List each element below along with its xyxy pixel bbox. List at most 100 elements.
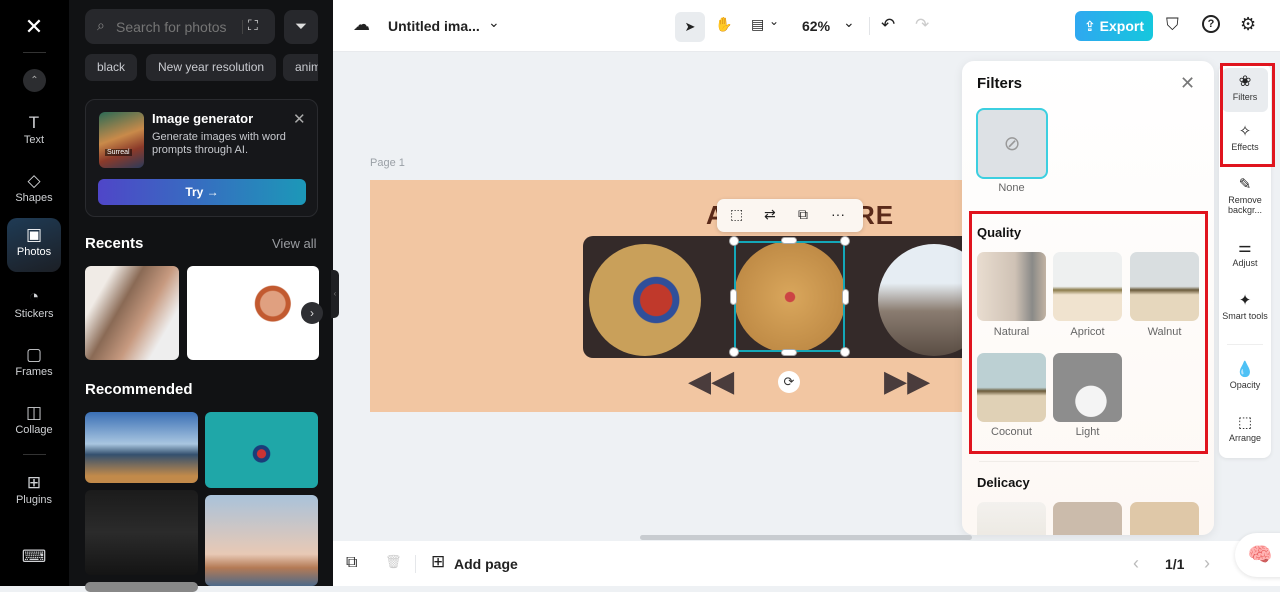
rotate-icon[interactable]: ⟳ <box>778 371 800 393</box>
filters-title: Filters <box>977 75 1023 92</box>
help-icon[interactable]: ? <box>1202 15 1220 33</box>
rail-item-smart-tools[interactable]: ✦ Smart tools <box>1222 291 1268 321</box>
settings-icon[interactable]: ⚙ <box>1240 14 1256 35</box>
collapse-up-icon[interactable]: ⌃ <box>23 69 46 92</box>
export-icon: ⇪ <box>1084 18 1096 34</box>
close-icon[interactable]: ✕ <box>293 110 306 128</box>
document-title[interactable]: Untitled ima... <box>388 18 480 34</box>
circle-photo[interactable] <box>589 244 701 356</box>
close-icon[interactable]: ✕ <box>1180 73 1195 94</box>
rail-label: Smart tools <box>1222 311 1268 321</box>
resize-handle[interactable] <box>730 289 737 305</box>
view-all-link[interactable]: View all <box>272 236 317 251</box>
divider <box>23 52 46 53</box>
cloud-sync-icon[interactable]: ☁ <box>353 15 370 35</box>
rail-item-stickers[interactable]: ◔ Stickers <box>7 280 61 334</box>
horizontal-scrollbar[interactable] <box>640 535 972 540</box>
recent-photo[interactable] <box>187 266 319 360</box>
add-page-icon[interactable]: ⊞ <box>431 552 445 572</box>
rail-item-adjust[interactable]: ⚌ Adjust <box>1222 238 1268 268</box>
chevron-down-icon[interactable]: ⌄ <box>843 14 855 31</box>
ai-assistant-button[interactable]: 🧠 <box>1235 533 1280 577</box>
capcut-logo-icon[interactable]: ✕ <box>20 14 48 40</box>
resize-handle[interactable] <box>781 237 797 244</box>
shapes-icon: ◇ <box>27 171 41 190</box>
recommended-photo[interactable] <box>205 412 318 488</box>
shield-icon[interactable]: ⛉ <box>1166 15 1179 35</box>
rail-item-opacity[interactable]: 💧 Opacity <box>1222 360 1268 390</box>
recommended-photo[interactable] <box>85 582 198 592</box>
collage-icon: ◫ <box>25 403 43 422</box>
recent-photo[interactable] <box>85 266 179 360</box>
rail-item-photos[interactable]: ▣ Photos <box>7 218 61 272</box>
chevron-down-icon[interactable]: ⌄ <box>488 14 500 31</box>
rail-item-plugins[interactable]: ⊞ Plugins <box>7 466 61 520</box>
resize-handle[interactable] <box>729 347 739 357</box>
recommended-photo[interactable] <box>85 490 198 575</box>
collapse-panel-handle[interactable]: ‹ <box>331 270 339 318</box>
zoom-level[interactable]: 62% <box>802 18 830 34</box>
crop-icon[interactable]: ⬚ <box>730 206 743 223</box>
divider <box>1227 344 1263 345</box>
select-tool-button[interactable]: ➤ <box>675 12 705 42</box>
resize-handle[interactable] <box>840 236 850 246</box>
keyboard-shortcuts-button[interactable]: ⌨ <box>7 540 61 570</box>
rail-label: Remove backgr... <box>1227 195 1263 215</box>
fast-forward-icon[interactable]: ▶▶ <box>884 364 930 399</box>
adjust-icon: ⚌ <box>1238 239 1252 256</box>
try-button[interactable]: Try → <box>98 179 306 205</box>
more-icon[interactable]: ··· <box>831 206 845 222</box>
rail-item-text[interactable]: T Text <box>7 106 61 160</box>
duplicate-icon[interactable]: ⧉ <box>798 206 808 223</box>
filter-button[interactable]: ⏷ <box>284 10 318 44</box>
duplicate-page-icon[interactable]: ⧉ <box>346 554 357 572</box>
generator-thumbnail: Surreal <box>99 112 144 168</box>
undo-icon[interactable]: ↶ <box>881 15 895 35</box>
search-box[interactable]: ⌕ ⛶ <box>85 9 275 44</box>
delicacy-heading: Delicacy <box>977 475 1030 490</box>
filter-delicacy[interactable] <box>1130 502 1199 535</box>
tag-chip[interactable]: anim <box>283 54 318 81</box>
rail-label: Frames <box>15 366 53 378</box>
resize-handle[interactable] <box>729 236 739 246</box>
filter-none[interactable]: ⊘ <box>976 108 1048 179</box>
highlight-box <box>1220 63 1275 167</box>
filter-delicacy[interactable] <box>1053 502 1122 535</box>
search-input[interactable] <box>116 9 241 44</box>
resize-handle[interactable] <box>840 347 850 357</box>
rail-item-arrange[interactable]: ⬚ Arrange <box>1222 413 1268 443</box>
recommended-photo[interactable] <box>85 412 198 483</box>
generator-description: Generate images with word prompts throug… <box>152 131 286 156</box>
text-icon: T <box>28 113 40 132</box>
selection-box[interactable] <box>734 241 845 352</box>
redo-icon[interactable]: ↷ <box>915 15 929 35</box>
recommended-photo[interactable] <box>205 495 318 586</box>
smart-tools-icon: ✦ <box>1238 292 1252 309</box>
layout-icon[interactable]: ▤ <box>751 16 764 33</box>
rail-item-remove-background[interactable]: ✎ Remove backgr... <box>1222 175 1268 215</box>
rail-item-collage[interactable]: ◫ Collage <box>7 396 61 450</box>
frames-icon: ▢ <box>25 345 43 364</box>
chevron-down-icon[interactable]: ⌄ <box>769 14 779 28</box>
generator-title: Image generator <box>152 111 254 126</box>
rail-item-frames[interactable]: ▢ Frames <box>7 338 61 392</box>
filter-delicacy[interactable] <box>977 502 1046 535</box>
rail-label: Stickers <box>14 308 54 320</box>
resize-handle[interactable] <box>781 349 797 356</box>
image-search-icon[interactable]: ⛶ <box>248 17 258 34</box>
next-page-icon[interactable]: › <box>1204 553 1210 574</box>
prev-page-icon[interactable]: ‹ <box>1133 553 1139 574</box>
divider <box>415 555 416 573</box>
hand-tool-icon[interactable]: ✋ <box>715 16 732 33</box>
replace-icon[interactable]: ⇄ <box>764 206 776 223</box>
tag-chip[interactable]: black <box>85 54 138 81</box>
export-button[interactable]: ⇪ Export <box>1075 11 1153 41</box>
tag-chip[interactable]: New year resolution <box>146 54 277 81</box>
resize-handle[interactable] <box>842 289 849 305</box>
rewind-icon[interactable]: ◀◀ <box>688 364 734 399</box>
rail-item-shapes[interactable]: ◇ Shapes <box>7 164 61 218</box>
next-arrow-icon[interactable]: › <box>301 302 323 324</box>
rail-label: Opacity <box>1229 380 1261 390</box>
add-page-button[interactable]: Add page <box>454 556 518 572</box>
delete-page-icon[interactable]: 🗑 <box>385 554 402 570</box>
